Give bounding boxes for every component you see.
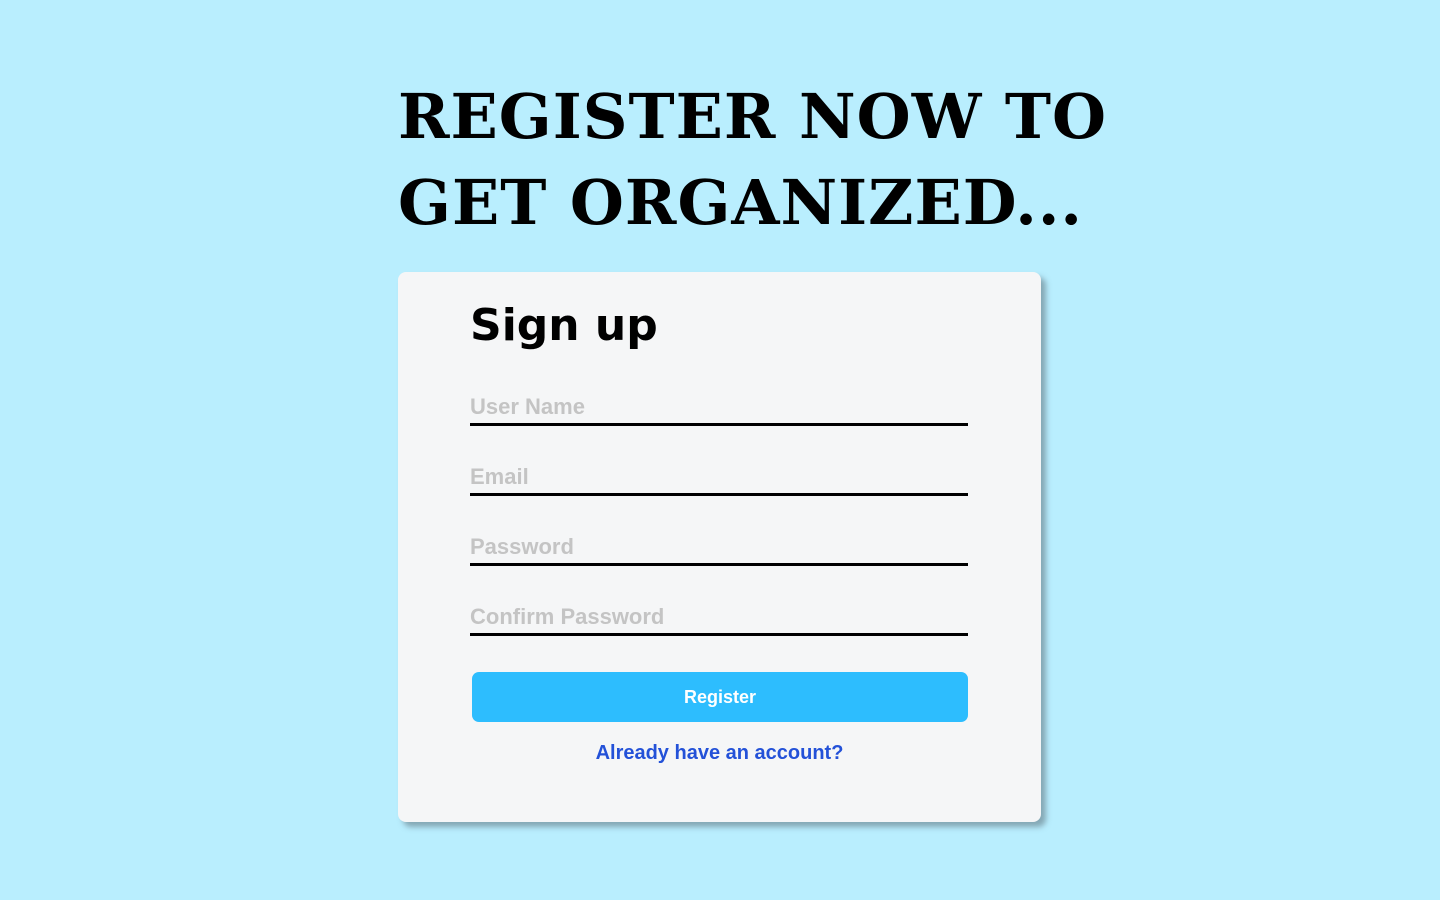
- username-field[interactable]: [470, 390, 968, 426]
- headline-line-2: GET ORGANIZED...: [398, 166, 1084, 239]
- already-have-account-link[interactable]: Already have an account?: [398, 742, 1041, 765]
- email-field[interactable]: [470, 460, 968, 496]
- confirm-password-field[interactable]: [470, 600, 968, 636]
- form-title: Sign up: [470, 300, 658, 351]
- headline-line-1: REGISTER NOW TO: [398, 80, 1108, 153]
- register-button[interactable]: Register: [472, 672, 968, 722]
- page-headline: REGISTER NOW TO GET ORGANIZED...: [398, 74, 1108, 246]
- signup-card: Sign up Register Already have an account…: [398, 272, 1041, 822]
- password-field[interactable]: [470, 530, 968, 566]
